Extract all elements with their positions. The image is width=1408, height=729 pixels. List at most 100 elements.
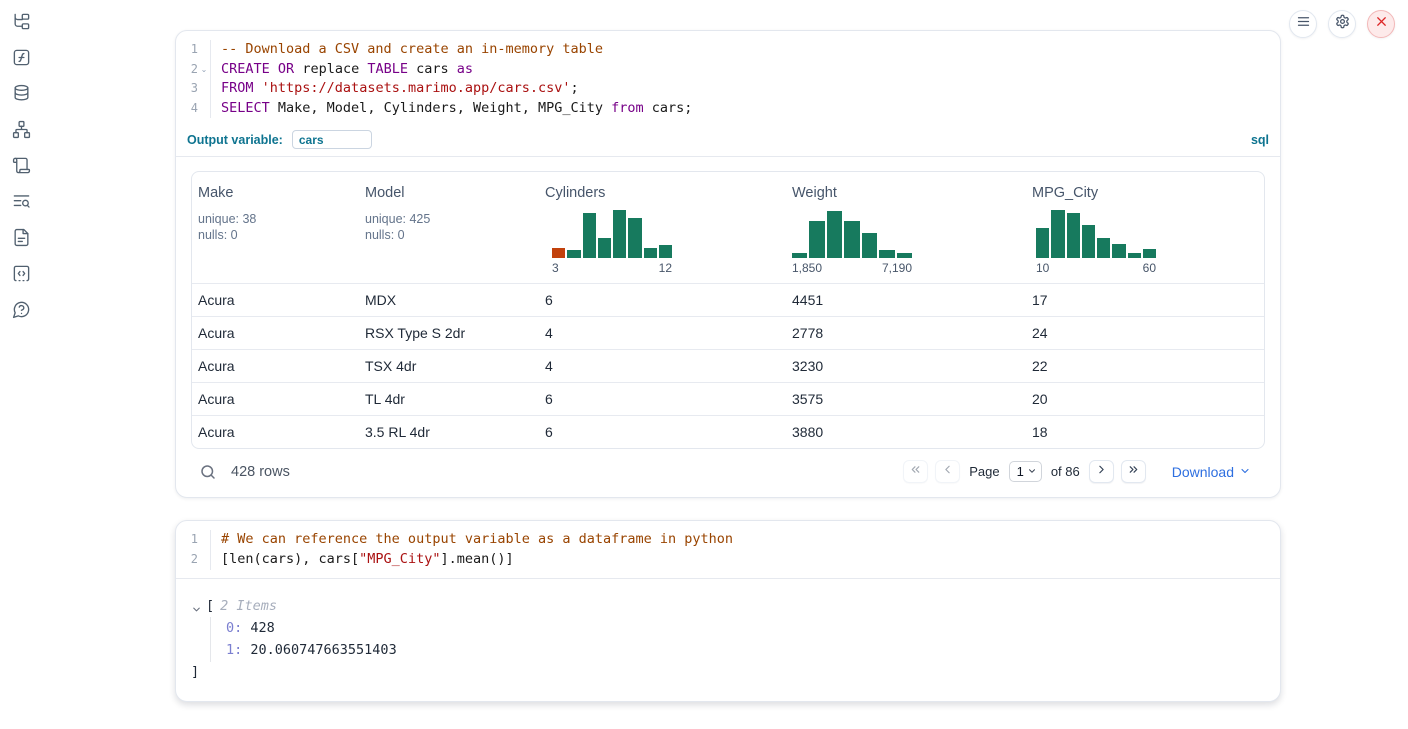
sidebar-item-dependency-graph[interactable] xyxy=(10,121,32,143)
fold-chevron-icon[interactable]: ⌄ xyxy=(198,60,210,80)
table-cell: 20 xyxy=(1026,391,1264,407)
column-histogram[interactable]: 1060 xyxy=(1036,205,1156,275)
code-text: # We can reference the output variable a… xyxy=(211,530,733,550)
table-cell: TL 4dr xyxy=(359,391,539,407)
items-count-label: 2 Items xyxy=(220,596,277,617)
column-name[interactable]: Make xyxy=(198,185,233,201)
download-label: Download xyxy=(1172,464,1234,480)
histogram-bar xyxy=(583,213,596,258)
histogram-bar xyxy=(1036,228,1049,259)
code-line: 2[len(cars), cars["MPG_City"].mean()] xyxy=(176,550,1280,570)
code-text: SELECT Make, Model, Cylinders, Weight, M… xyxy=(211,99,692,119)
line-number-gutter: 1 xyxy=(176,530,211,550)
output-variable-input[interactable] xyxy=(292,130,372,149)
sidebar-item-variables[interactable] xyxy=(10,49,32,71)
chevron-down-icon xyxy=(1027,464,1037,479)
page-select-value: 1 xyxy=(1017,464,1024,479)
database-icon xyxy=(12,84,31,108)
column-stats: unique: 425nulls: 0 xyxy=(365,211,539,243)
histogram-bar xyxy=(659,245,672,258)
table-row[interactable]: AcuraMDX6445117 xyxy=(192,283,1264,316)
sql-code-editor[interactable]: 1-- Download a CSV and create an in-memo… xyxy=(176,31,1280,126)
python-output-area: [ 2 Items 0: 4281: 20.060747663551403 ] xyxy=(176,579,1280,701)
column-histogram[interactable]: 312 xyxy=(552,205,672,275)
column-name[interactable]: Model xyxy=(365,185,405,201)
next-page-button[interactable] xyxy=(1089,460,1114,483)
sidebar-item-snippets[interactable] xyxy=(10,265,32,287)
language-badge[interactable]: sql xyxy=(1251,133,1269,147)
table-cell: 3880 xyxy=(786,424,1026,440)
sidebar-item-documentation[interactable] xyxy=(10,229,32,251)
histogram-bar xyxy=(1082,225,1095,258)
column-name[interactable]: Cylinders xyxy=(545,185,605,201)
table-cell: 6 xyxy=(539,424,786,440)
list-entry: 1: 20.060747663551403 xyxy=(226,639,1265,662)
search-icon[interactable] xyxy=(199,463,217,481)
histogram-bar xyxy=(1051,210,1064,259)
column-histogram[interactable]: 1,8507,190 xyxy=(792,205,912,275)
column-name[interactable]: MPG_City xyxy=(1032,185,1098,201)
code-line: 1-- Download a CSV and create an in-memo… xyxy=(176,40,1280,60)
histogram-bar xyxy=(613,210,626,259)
histogram-bar xyxy=(827,211,842,259)
table-cell: 6 xyxy=(539,292,786,308)
code-text: CREATE OR replace TABLE cars as xyxy=(211,60,473,80)
table-cell: RSX Type S 2dr xyxy=(359,325,539,341)
chevrons-left-icon xyxy=(909,463,922,481)
rows-count: 428 rows xyxy=(231,464,290,480)
histogram-bar xyxy=(792,253,807,259)
chevron-right-icon xyxy=(1095,463,1108,481)
table-cell: 22 xyxy=(1026,358,1264,374)
settings-button[interactable] xyxy=(1328,10,1356,38)
sidebar-item-logs[interactable] xyxy=(10,193,32,215)
menu-button[interactable] xyxy=(1289,10,1317,38)
shutdown-button[interactable] xyxy=(1367,10,1395,38)
column-header: Model unique: 425nulls: 0 xyxy=(359,184,539,275)
chevron-left-icon xyxy=(941,463,954,481)
column-name[interactable]: Weight xyxy=(792,185,837,201)
table-cell: Acura xyxy=(192,391,359,407)
histogram-bar xyxy=(1143,249,1156,258)
sql-cell: 1-- Download a CSV and create an in-memo… xyxy=(175,30,1281,498)
output-variable-row: Output variable: sql xyxy=(176,126,1280,156)
table-row[interactable]: AcuraTL 4dr6357520 xyxy=(192,382,1264,415)
table-cell: 2778 xyxy=(786,325,1026,341)
column-header: Cylinders 312 xyxy=(539,184,786,275)
histogram-axis: 1060 xyxy=(1036,261,1156,275)
histogram-bar xyxy=(1097,238,1110,258)
column-header: Makeunique: 38nulls: 0 xyxy=(192,184,359,275)
download-button[interactable]: Download xyxy=(1172,464,1251,480)
menu-icon xyxy=(1296,14,1311,34)
histogram-bar xyxy=(1067,213,1080,258)
last-page-button[interactable] xyxy=(1121,460,1146,483)
column-header: Weight 1,8507,190 xyxy=(786,184,1026,275)
table-row[interactable]: Acura3.5 RL 4dr6388018 xyxy=(192,415,1264,448)
sidebar-item-file-explorer[interactable] xyxy=(10,13,32,35)
histogram-bar xyxy=(598,238,611,258)
table-cell: Acura xyxy=(192,292,359,308)
topbar xyxy=(1289,10,1395,38)
list-entry: 0: 428 xyxy=(226,617,1265,640)
table-row[interactable]: AcuraRSX Type S 2dr4277824 xyxy=(192,316,1264,349)
sidebar-item-help[interactable] xyxy=(10,301,32,323)
table-cell: Acura xyxy=(192,424,359,440)
table-cell: 4451 xyxy=(786,292,1026,308)
table-row[interactable]: AcuraTSX 4dr4323022 xyxy=(192,349,1264,382)
collapse-chevron-icon[interactable] xyxy=(191,601,202,612)
dataframe-table: Makeunique: 38nulls: 0 Model unique: 425nu… xyxy=(191,171,1265,449)
histogram-bar xyxy=(567,250,580,258)
python-code-editor[interactable]: 1# We can reference the output variable … xyxy=(176,521,1280,577)
histogram-bar xyxy=(628,218,641,259)
histogram-axis: 312 xyxy=(552,261,672,275)
sidebar-item-scratchpad[interactable] xyxy=(10,157,32,179)
line-number-gutter: 4 xyxy=(176,99,211,119)
histogram-bar xyxy=(644,248,657,258)
first-page-button[interactable] xyxy=(903,460,928,483)
histogram-bar xyxy=(809,221,824,259)
function-square-icon xyxy=(12,48,31,72)
sidebar-item-datasources[interactable] xyxy=(10,85,32,107)
logs-search-icon xyxy=(12,192,31,216)
prev-page-button[interactable] xyxy=(935,460,960,483)
page-select[interactable]: 1 xyxy=(1009,461,1042,482)
document-icon xyxy=(12,228,31,252)
